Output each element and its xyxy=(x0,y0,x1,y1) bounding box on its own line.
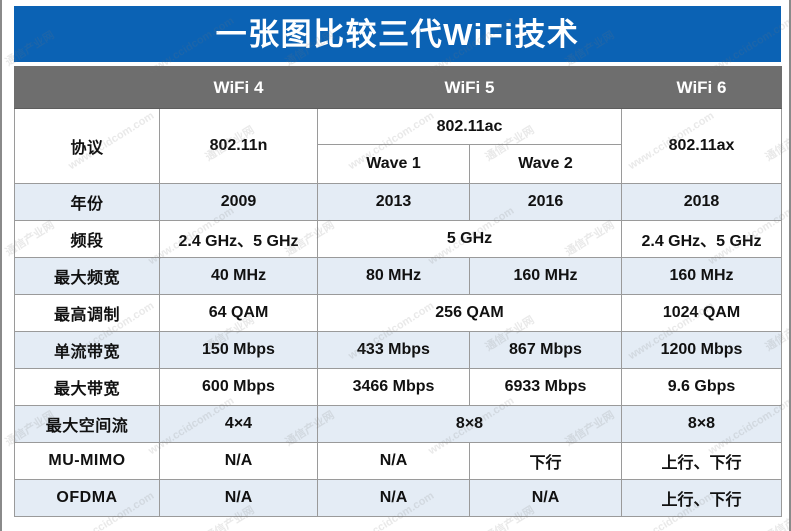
cell-wifi4: 2.4 GHz、5 GHz xyxy=(159,220,318,258)
cell-wifi5: 5 GHz xyxy=(317,220,622,258)
cell-wifi5-wave1: N/A xyxy=(317,479,470,517)
header-cell-wifi6: WiFi 6 xyxy=(621,66,782,109)
cell-wifi6: 2018 xyxy=(621,183,782,221)
cell-wifi5: 8×8 xyxy=(317,405,622,443)
cell-wifi5-wave2: 160 MHz xyxy=(469,257,622,295)
table-row: 最大频宽 40 MHz 80 MHz 160 MHz 160 MHz xyxy=(14,257,782,295)
cell-wifi4: 40 MHz xyxy=(159,257,318,295)
cell-wifi4: 150 Mbps xyxy=(159,331,318,369)
cell-wifi5-wave2: 2016 xyxy=(469,183,622,221)
cell-wifi4: N/A xyxy=(159,479,318,517)
cell-wifi6: 上行、下行 xyxy=(621,479,782,517)
row-label: 年份 xyxy=(14,183,160,221)
cell-protocol-ac-title: 802.11ac xyxy=(318,110,621,145)
cell-wifi5-wave2: N/A xyxy=(469,479,622,517)
cell-wifi6: 9.6 Gbps xyxy=(621,368,782,406)
row-label: 最大空间流 xyxy=(14,405,160,443)
protocol-wave-group: Wave 1 Wave 2 xyxy=(319,145,621,183)
cell-wifi5-wave1: 433 Mbps xyxy=(317,331,470,369)
infographic-page: 一张图比较三代WiFi技术 WiFi 4 WiFi 5 WiFi 6 协议 802.11… xyxy=(0,0,791,531)
row-label: OFDMA xyxy=(14,479,160,517)
cell-wifi5-wave1: 3466 Mbps xyxy=(317,368,470,406)
row-label: 最大带宽 xyxy=(14,368,160,406)
cell-wifi5: 256 QAM xyxy=(317,294,622,332)
table-header-row: WiFi 4 WiFi 5 WiFi 6 xyxy=(14,66,782,109)
protocol-ac-group: 802.11ac Wave 1 Wave 2 xyxy=(318,110,621,183)
cell-wifi5-wave1: 2013 xyxy=(317,183,470,221)
wifi-comparison-table: WiFi 4 WiFi 5 WiFi 6 协议 802.11n 802.11ac Wave … xyxy=(14,66,782,517)
cell-wifi4: 64 QAM xyxy=(159,294,318,332)
table-row: 最高调制 64 QAM 256 QAM 1024 QAM xyxy=(14,294,782,332)
cell-wifi4: 2009 xyxy=(159,183,318,221)
row-label: MU-MIMO xyxy=(14,442,160,480)
cell-protocol-wave1: Wave 1 xyxy=(366,155,421,172)
cell-wifi5-wave2: 867 Mbps xyxy=(469,331,622,369)
table-row: 年份 2009 2013 2016 2018 xyxy=(14,183,782,221)
table-row: 最大带宽 600 Mbps 3466 Mbps 6933 Mbps 9.6 Gbps xyxy=(14,368,782,406)
table-row: OFDMA N/A N/A N/A 上行、下行 xyxy=(14,479,782,517)
row-label: 单流带宽 xyxy=(14,331,160,369)
cell-protocol-wave2: Wave 2 xyxy=(469,145,621,183)
row-label-protocol: 协议 xyxy=(14,108,160,184)
header-cell-wifi5: WiFi 5 xyxy=(317,66,622,109)
cell-wifi6: 上行、下行 xyxy=(621,442,782,480)
cell-wifi6: 160 MHz xyxy=(621,257,782,295)
cell-protocol-wifi5: 802.11ac Wave 1 Wave 2 xyxy=(317,108,622,184)
cell-wifi4: N/A xyxy=(159,442,318,480)
cell-protocol-wifi4: 802.11n xyxy=(159,108,318,184)
page-title: 一张图比较三代WiFi技术 xyxy=(215,16,580,52)
table-row: 频段 2.4 GHz、5 GHz 5 GHz 2.4 GHz、5 GHz xyxy=(14,220,782,258)
table-row: 最大空间流 4×4 8×8 8×8 xyxy=(14,405,782,443)
cell-wifi6: 2.4 GHz、5 GHz xyxy=(621,220,782,258)
title-banner: 一张图比较三代WiFi技术 xyxy=(14,6,781,62)
cell-protocol-wifi6: 802.11ax xyxy=(621,108,782,184)
header-cell-blank xyxy=(14,66,160,109)
cell-wifi5-wave1: 80 MHz xyxy=(317,257,470,295)
cell-wifi6: 8×8 xyxy=(621,405,782,443)
row-label: 最大频宽 xyxy=(14,257,160,295)
cell-wifi6: 1024 QAM xyxy=(621,294,782,332)
cell-wifi6: 1200 Mbps xyxy=(621,331,782,369)
cell-wifi4: 600 Mbps xyxy=(159,368,318,406)
cell-wifi5-wave2: 6933 Mbps xyxy=(469,368,622,406)
table-row: 单流带宽 150 Mbps 433 Mbps 867 Mbps 1200 Mbps xyxy=(14,331,782,369)
row-label: 最高调制 xyxy=(14,294,160,332)
row-label: 频段 xyxy=(14,220,160,258)
cell-wifi5-wave1: N/A xyxy=(317,442,470,480)
table-row: MU-MIMO N/A N/A 下行 上行、下行 xyxy=(14,442,782,480)
header-cell-wifi4: WiFi 4 xyxy=(159,66,318,109)
table-row-protocol: 协议 802.11n 802.11ac Wave 1 Wave 2 802.11ax xyxy=(14,108,782,184)
cell-wifi4: 4×4 xyxy=(159,405,318,443)
cell-wifi5-wave2: 下行 xyxy=(469,442,622,480)
